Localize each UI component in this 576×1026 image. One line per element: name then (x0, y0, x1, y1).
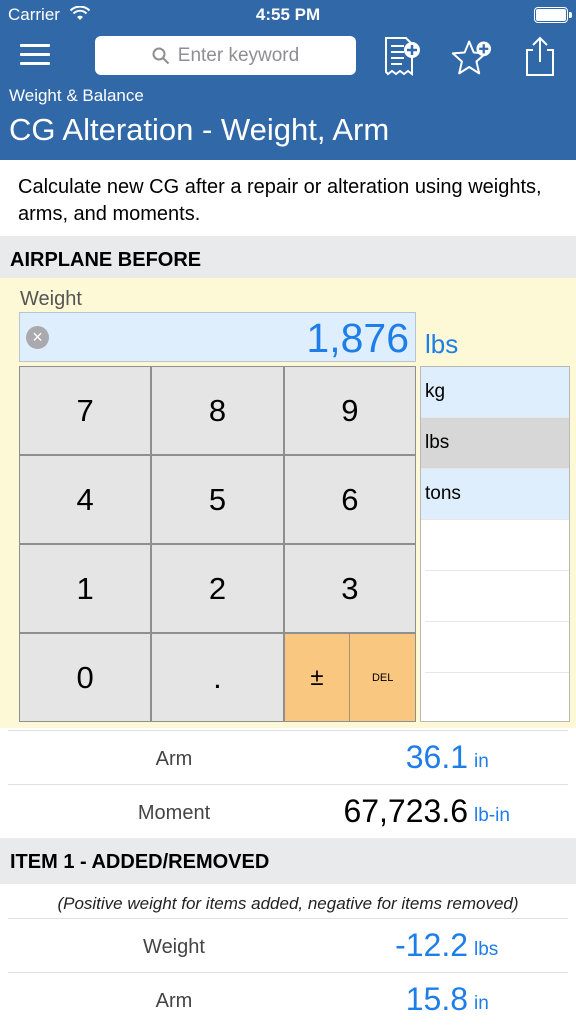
unit-picker: kg lbs tons (420, 366, 570, 722)
add-favorite-star-icon[interactable] (451, 36, 491, 78)
unit-option-kg[interactable]: kg (421, 367, 569, 418)
page-description: Calculate new CG after a repair or alter… (18, 176, 542, 225)
arm-label: Arm (155, 748, 193, 770)
battery-icon (534, 7, 572, 23)
key-3[interactable]: 3 (284, 545, 415, 632)
key-delete[interactable]: DEL (350, 634, 415, 721)
hamburger-icon (20, 44, 50, 47)
item-note: (Positive weight for items added, negati… (0, 884, 576, 918)
item-weight-value: -12.2 (395, 927, 468, 963)
section-header-item-1: ITEM 1 - ADDED/REMOVED (0, 838, 576, 884)
key-1[interactable]: 1 (20, 545, 151, 632)
moment-unit: lb-in (474, 805, 510, 826)
unit-empty-row (425, 571, 569, 622)
unit-option-tons[interactable]: tons (421, 469, 569, 520)
app-header: Carrier 4:55 PM Enter keyword Weight & B… (0, 0, 576, 160)
weight-field-label: Weight (20, 288, 82, 310)
key-group-sign-delete: ± DEL (284, 634, 415, 721)
key-9[interactable]: 9 (284, 367, 415, 454)
item-arm-value: 15.8 (405, 981, 468, 1017)
item-weight-label: Weight (143, 936, 205, 958)
moment-label: Moment (137, 802, 211, 824)
menu-button[interactable] (20, 44, 50, 66)
clear-input-icon[interactable]: × (26, 326, 49, 349)
key-plus-minus[interactable]: ± (284, 634, 350, 721)
search-icon (152, 47, 169, 64)
share-icon[interactable] (520, 36, 560, 78)
key-7[interactable]: 7 (20, 367, 151, 454)
section-header-airplane-before: AIRPLANE BEFORE (0, 236, 576, 278)
item-weight-unit: lbs (474, 939, 499, 960)
search-input[interactable]: Enter keyword (95, 36, 356, 75)
key-0[interactable]: 0 (20, 634, 151, 721)
item-arm-row[interactable]: Arm 15.8 in (8, 972, 568, 1026)
item-arm-label: Arm (155, 990, 193, 1012)
search-placeholder: Enter keyword (177, 44, 300, 66)
unit-empty-row (425, 520, 569, 571)
arm-unit: in (474, 751, 489, 772)
unit-empty-row (425, 622, 569, 673)
weight-value: 1,876 (306, 315, 409, 361)
unit-option-lbs[interactable]: lbs (421, 418, 569, 469)
status-bar: Carrier 4:55 PM (0, 0, 576, 30)
add-receipt-icon[interactable] (382, 36, 422, 78)
weight-unit-label: lbs (425, 329, 459, 359)
arm-row[interactable]: Arm 36.1 in (8, 730, 568, 784)
numeric-keypad: 7 8 9 4 5 6 1 2 3 0 . ± DEL (19, 366, 416, 722)
breadcrumb: Weight & Balance (9, 86, 144, 105)
key-4[interactable]: 4 (20, 456, 151, 543)
arm-value: 36.1 (405, 739, 468, 775)
key-decimal[interactable]: . (152, 634, 283, 721)
page-title: CG Alteration - Weight, Arm (9, 112, 390, 147)
clock: 4:55 PM (255, 5, 321, 24)
key-6[interactable]: 6 (284, 456, 415, 543)
key-5[interactable]: 5 (152, 456, 283, 543)
weight-input[interactable]: × 1,876 (19, 312, 416, 362)
moment-value: 67,723.6 (343, 793, 468, 829)
key-2[interactable]: 2 (152, 545, 283, 632)
item-arm-unit: in (474, 993, 489, 1014)
item-weight-row[interactable]: Weight -12.2 lbs (8, 918, 568, 972)
moment-row: Moment 67,723.6 lb-in (8, 784, 568, 838)
key-8[interactable]: 8 (152, 367, 283, 454)
